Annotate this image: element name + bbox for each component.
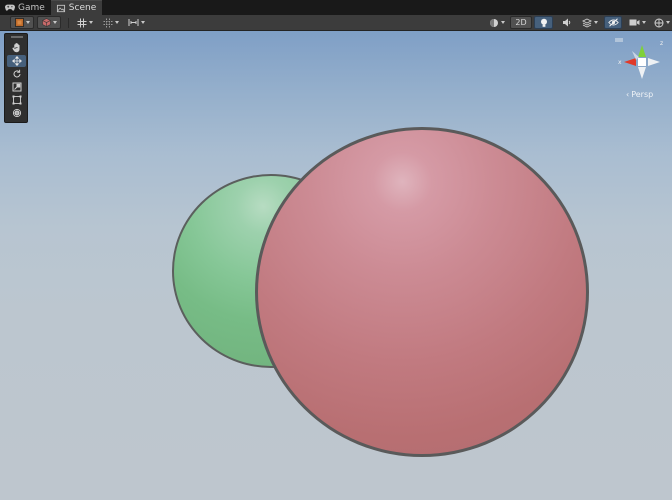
transform-icon bbox=[12, 108, 21, 118]
gizmo-center-cube[interactable] bbox=[638, 58, 646, 66]
chevron-down-icon bbox=[115, 21, 119, 24]
chevron-down-icon bbox=[140, 21, 145, 24]
lighting-toggle-button[interactable] bbox=[534, 16, 553, 29]
lightbulb-icon bbox=[540, 18, 547, 27]
gizmo-globe-icon bbox=[654, 18, 663, 27]
gizmo-neg-x-axis-cone[interactable] bbox=[648, 58, 660, 66]
window-tab-bar: Game Scene bbox=[0, 0, 672, 15]
draw-mode-button[interactable] bbox=[10, 16, 34, 29]
chevron-down-icon bbox=[594, 21, 598, 24]
overlay-grip-handle[interactable] bbox=[11, 36, 23, 38]
gamepad-icon bbox=[5, 4, 15, 11]
toolbar-separator bbox=[68, 18, 69, 28]
tab-scene[interactable]: Scene bbox=[50, 0, 103, 15]
chevron-down-icon bbox=[665, 21, 670, 24]
gizmo-neg-y-axis-cone[interactable] bbox=[638, 67, 646, 79]
snap-button[interactable] bbox=[99, 16, 123, 29]
rect-transform-icon bbox=[12, 95, 21, 105]
shading-mode-button[interactable] bbox=[37, 16, 61, 29]
audio-toggle-button[interactable] bbox=[557, 16, 576, 29]
move-arrows-icon bbox=[11, 56, 22, 66]
red-sphere[interactable] bbox=[255, 127, 589, 457]
chevron-down-icon bbox=[52, 21, 57, 24]
gizmo-x-axis-cone[interactable] bbox=[624, 58, 636, 66]
gizmos-button[interactable] bbox=[651, 16, 672, 29]
tab-game-label: Game bbox=[18, 2, 45, 13]
chevron-down-icon bbox=[501, 21, 505, 24]
chevron-left-icon: ‹ bbox=[626, 90, 630, 99]
snap-grid-icon bbox=[103, 18, 113, 27]
effects-button[interactable] bbox=[578, 16, 602, 29]
render-mode-button[interactable] bbox=[485, 16, 509, 29]
hidden-objects-toggle-button[interactable] bbox=[604, 16, 622, 29]
toggle-2d-label: 2D bbox=[515, 18, 527, 27]
projection-label: Persp bbox=[631, 90, 654, 99]
layers-icon bbox=[582, 17, 592, 28]
gizmo-z-label: z bbox=[660, 40, 663, 47]
rotate-icon bbox=[13, 69, 20, 78]
eye-slash-icon bbox=[607, 18, 619, 27]
hand-icon bbox=[11, 43, 20, 53]
chevron-down-icon bbox=[89, 21, 93, 24]
toggle-2d-button[interactable]: 2D bbox=[510, 16, 532, 29]
camera-settings-button[interactable] bbox=[625, 16, 649, 29]
scale-icon bbox=[12, 82, 21, 92]
tools-overlay bbox=[4, 33, 28, 123]
gizmo-z-axis-cone[interactable] bbox=[632, 51, 639, 60]
sphere-shading-icon bbox=[490, 18, 498, 27]
scene-icon bbox=[56, 4, 65, 12]
rotate-tool-button[interactable] bbox=[7, 68, 26, 80]
grid-icon bbox=[77, 18, 87, 27]
increment-snap-icon bbox=[128, 19, 138, 26]
gizmo-x-label: x bbox=[618, 59, 622, 66]
grid-button[interactable] bbox=[73, 16, 97, 29]
audio-icon bbox=[562, 18, 570, 27]
scale-tool-button[interactable] bbox=[7, 81, 26, 93]
transform-tool-button[interactable] bbox=[7, 107, 26, 119]
rect-tool-button[interactable] bbox=[7, 94, 26, 106]
tab-scene-label: Scene bbox=[68, 3, 97, 13]
camera-icon bbox=[629, 19, 639, 26]
gizmo-y-axis-cone[interactable] bbox=[638, 45, 646, 57]
chevron-down-icon bbox=[25, 21, 30, 24]
scene-viewport[interactable]: x z ‹ Persp bbox=[0, 31, 672, 500]
hand-tool-button[interactable] bbox=[7, 42, 26, 54]
tab-game[interactable]: Game bbox=[0, 0, 51, 15]
cube-icon bbox=[41, 18, 51, 27]
scene-toolbar: 2D bbox=[0, 15, 672, 31]
chevron-down-icon bbox=[641, 21, 646, 24]
projection-toggle[interactable]: ‹ Persp bbox=[626, 90, 653, 99]
draw-mode-icon bbox=[14, 18, 24, 27]
increment-snap-button[interactable] bbox=[124, 16, 148, 29]
move-tool-button[interactable] bbox=[7, 55, 26, 67]
